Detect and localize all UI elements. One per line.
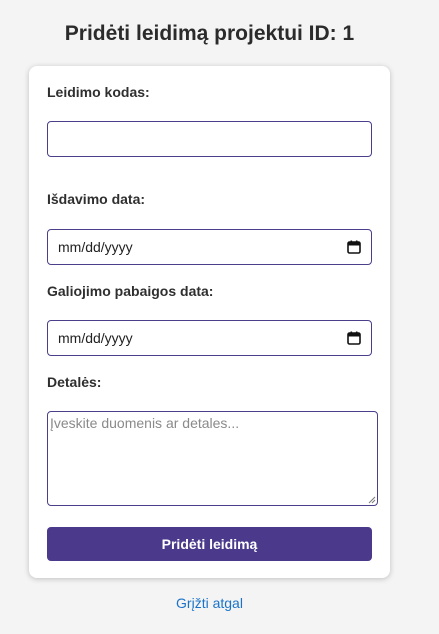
submit-button[interactable]: Pridėti leidimą bbox=[47, 527, 372, 561]
page-title: Pridėti leidimą projektui ID: 1 bbox=[64, 22, 355, 45]
expiry-date-label: Galiojimo pabaigos data: bbox=[47, 283, 214, 299]
resize-grip-icon[interactable] bbox=[368, 496, 376, 504]
details-placeholder: Įveskite duomenis ar detales... bbox=[50, 415, 240, 431]
expiry-date-value: mm/dd/yyyy bbox=[58, 330, 133, 346]
expiry-date-input[interactable]: mm/dd/yyyy bbox=[47, 320, 372, 356]
calendar-icon[interactable] bbox=[347, 240, 361, 254]
code-label: Leidimo kodas: bbox=[47, 84, 150, 100]
code-input[interactable] bbox=[47, 121, 372, 157]
issue-date-input[interactable]: mm/dd/yyyy bbox=[47, 229, 372, 265]
permit-form: Leidimo kodas: Išdavimo data: mm/dd/yyyy… bbox=[29, 66, 390, 578]
details-textarea[interactable]: Įveskite duomenis ar detales... bbox=[47, 411, 378, 506]
issue-date-value: mm/dd/yyyy bbox=[58, 239, 133, 255]
issue-date-label: Išdavimo data: bbox=[47, 191, 146, 207]
calendar-icon[interactable] bbox=[347, 331, 361, 345]
back-link[interactable]: Grįžti atgal bbox=[0, 595, 419, 611]
details-label: Detalės: bbox=[47, 374, 102, 390]
